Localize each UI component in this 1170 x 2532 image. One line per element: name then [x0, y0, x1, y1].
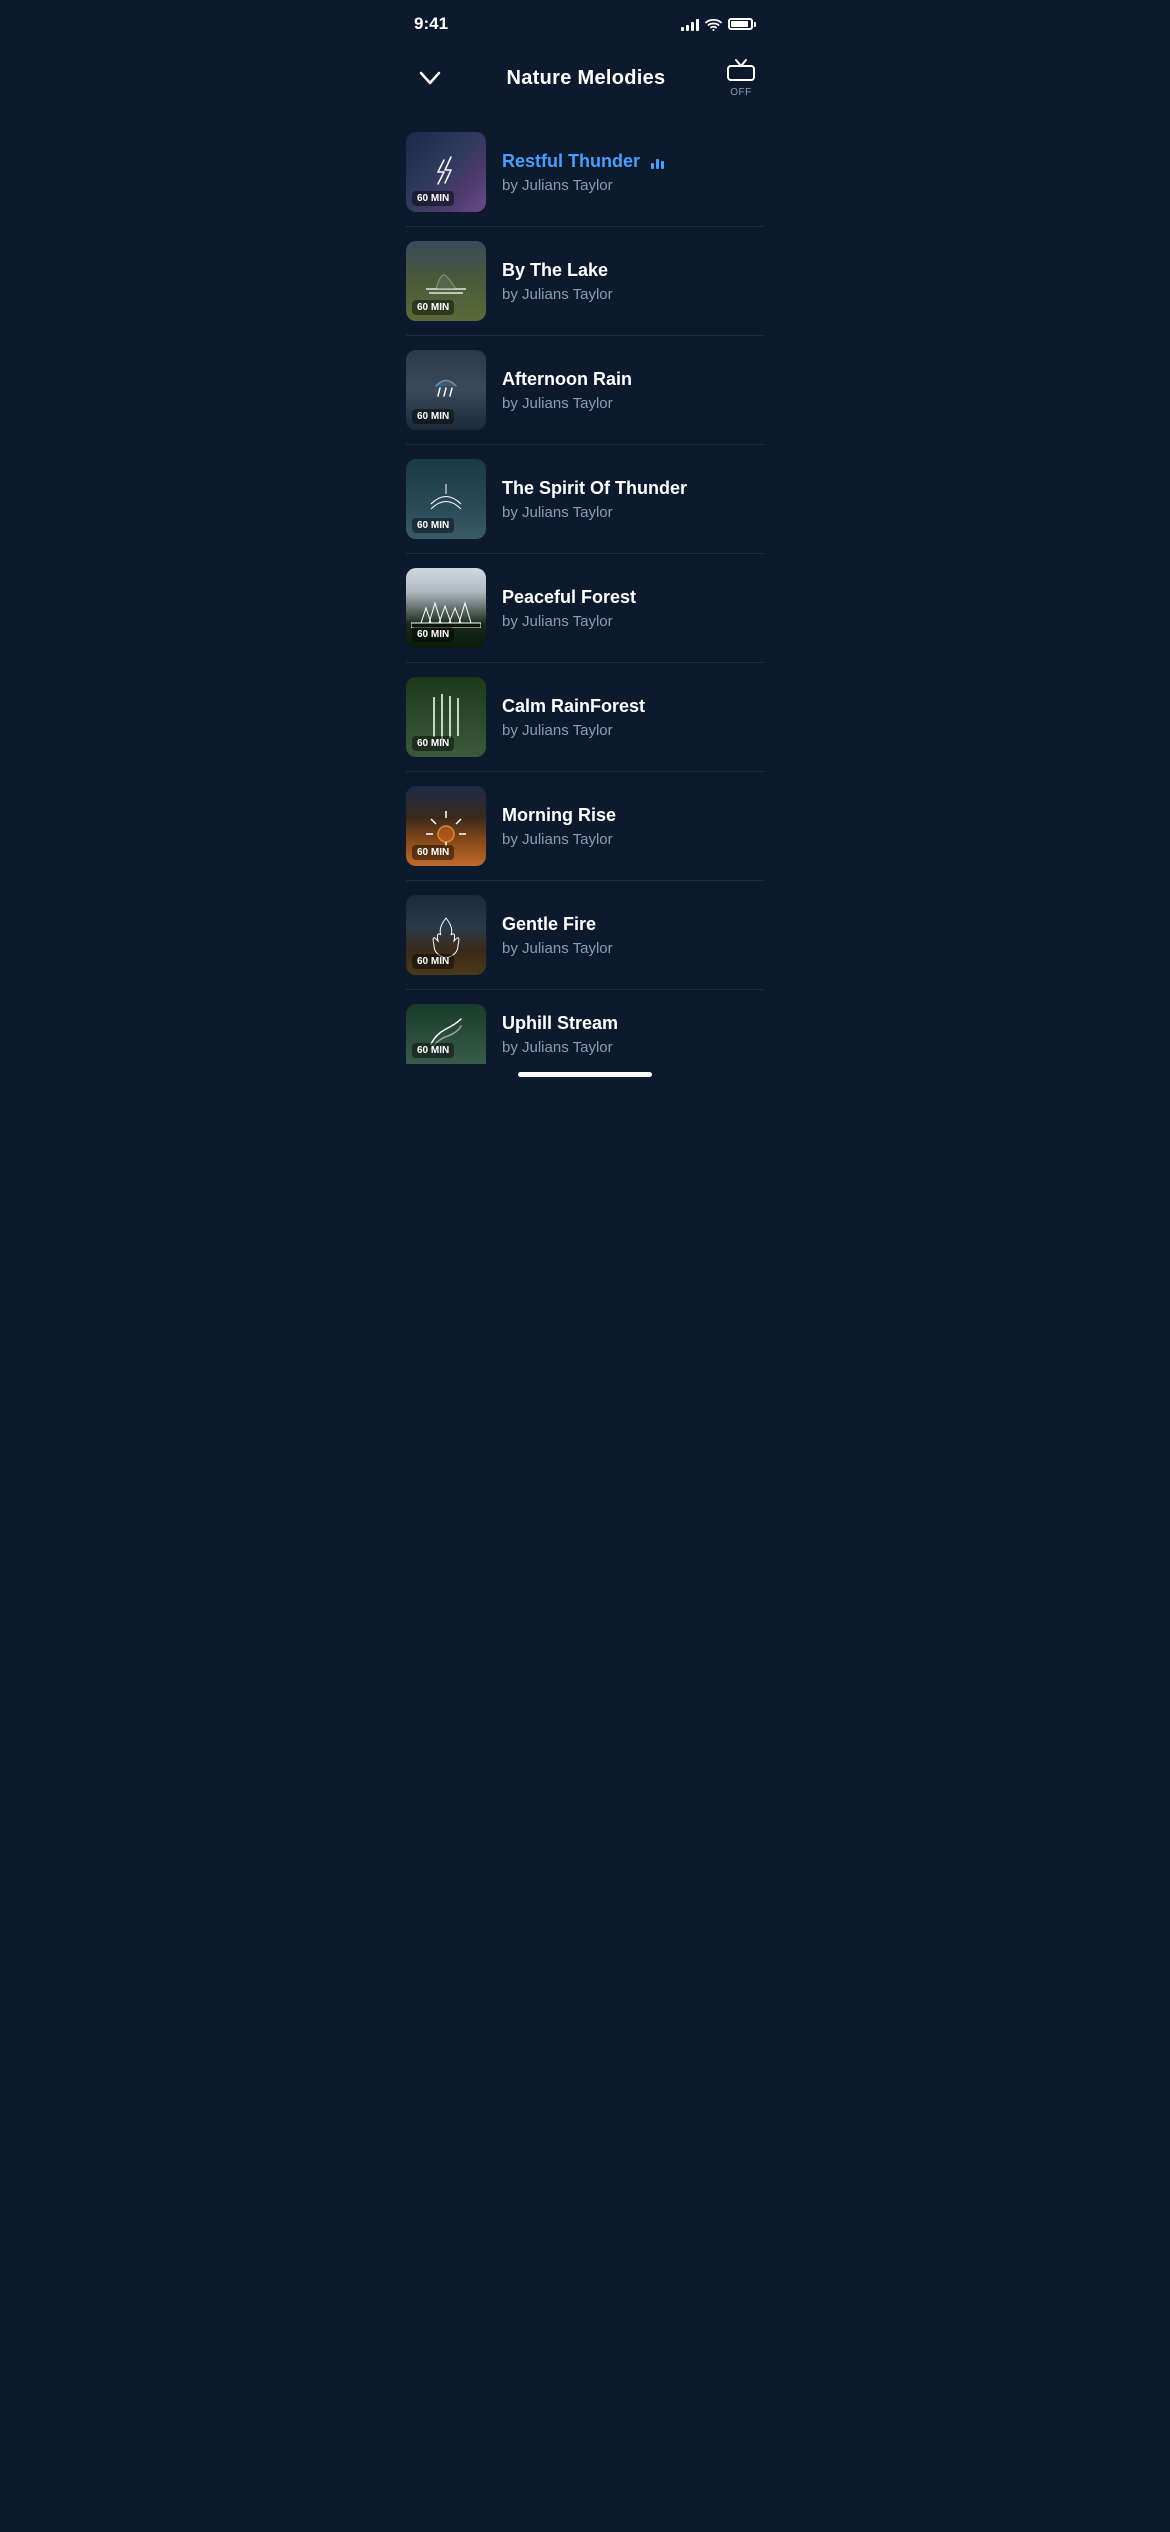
track-name: Morning Rise: [502, 805, 764, 826]
track-thumbnail: 60 MIN: [406, 786, 486, 866]
status-icons: [681, 17, 756, 31]
track-duration: 60 MIN: [412, 191, 454, 206]
track-item[interactable]: 60 MIN Morning Rise by Julians Taylor: [406, 772, 764, 881]
track-name: Peaceful Forest: [502, 587, 764, 608]
track-thumbnail: 60 MIN: [406, 1004, 486, 1064]
track-thumbnail: 60 MIN: [406, 132, 486, 212]
track-name: The Spirit Of Thunder: [502, 478, 764, 499]
track-item[interactable]: 60 MIN Peaceful Forest by Julians Taylor: [406, 554, 764, 663]
track-name: By The Lake: [502, 260, 764, 281]
track-duration: 60 MIN: [412, 1043, 454, 1058]
signal-icon: [681, 17, 699, 31]
track-author: by Julians Taylor: [502, 722, 764, 739]
track-info: Afternoon Rain by Julians Taylor: [502, 369, 764, 412]
track-item[interactable]: 60 MIN By The Lake by Julians Taylor: [406, 227, 764, 336]
wifi-icon: [705, 18, 722, 31]
track-author: by Julians Taylor: [502, 395, 764, 412]
track-info: By The Lake by Julians Taylor: [502, 260, 764, 303]
track-author: by Julians Taylor: [502, 831, 764, 848]
track-item[interactable]: 60 MIN Uphill Stream by Julians Taylor: [406, 990, 764, 1064]
track-duration: 60 MIN: [412, 518, 454, 533]
track-thumbnail: 60 MIN: [406, 677, 486, 757]
track-duration: 60 MIN: [412, 736, 454, 751]
track-name: Uphill Stream: [502, 1013, 764, 1034]
page-title: Nature Melodies: [507, 67, 666, 90]
status-bar: 9:41: [390, 0, 780, 42]
track-duration: 60 MIN: [412, 954, 454, 969]
repeat-button[interactable]: OFF: [726, 58, 756, 98]
track-info: Peaceful Forest by Julians Taylor: [502, 587, 764, 630]
home-bar: [518, 1072, 652, 1077]
home-indicator: [390, 1064, 780, 1097]
track-info: Calm RainForest by Julians Taylor: [502, 696, 764, 739]
track-author: by Julians Taylor: [502, 1039, 764, 1056]
playing-indicator: [651, 155, 664, 169]
header: Nature Melodies OFF: [390, 42, 780, 118]
status-time: 9:41: [414, 14, 448, 34]
track-info: Gentle Fire by Julians Taylor: [502, 914, 764, 957]
track-item[interactable]: 60 MIN Afternoon Rain by Julians Taylor: [406, 336, 764, 445]
track-author: by Julians Taylor: [502, 940, 764, 957]
track-duration: 60 MIN: [412, 300, 454, 315]
track-item[interactable]: 60 MIN Restful Thunder by Julians Taylor: [406, 118, 764, 227]
track-duration: 60 MIN: [412, 409, 454, 424]
repeat-label: OFF: [730, 87, 752, 98]
track-item[interactable]: 60 MIN Calm RainForest by Julians Taylor: [406, 663, 764, 772]
track-name: Afternoon Rain: [502, 369, 764, 390]
track-item[interactable]: 60 MIN Gentle Fire by Julians Taylor: [406, 881, 764, 990]
track-info: The Spirit Of Thunder by Julians Taylor: [502, 478, 764, 521]
track-thumbnail: 60 MIN: [406, 241, 486, 321]
track-author: by Julians Taylor: [502, 286, 764, 303]
track-name: Calm RainForest: [502, 696, 764, 717]
track-info: Restful Thunder by Julians Taylor: [502, 151, 764, 194]
track-thumbnail: 60 MIN: [406, 568, 486, 648]
battery-icon: [728, 18, 756, 30]
track-list: 60 MIN Restful Thunder by Julians Taylor…: [390, 118, 780, 1064]
track-name: Gentle Fire: [502, 914, 764, 935]
track-name: Restful Thunder: [502, 151, 764, 172]
track-thumbnail: 60 MIN: [406, 350, 486, 430]
track-item[interactable]: 60 MIN The Spirit Of Thunder by Julians …: [406, 445, 764, 554]
chevron-down-button[interactable]: [414, 62, 446, 94]
track-thumbnail: 60 MIN: [406, 895, 486, 975]
track-duration: 60 MIN: [412, 627, 454, 642]
track-thumbnail: 60 MIN: [406, 459, 486, 539]
track-duration: 60 MIN: [412, 845, 454, 860]
track-author: by Julians Taylor: [502, 177, 764, 194]
track-author: by Julians Taylor: [502, 613, 764, 630]
track-info: Uphill Stream by Julians Taylor: [502, 1013, 764, 1056]
track-author: by Julians Taylor: [502, 504, 764, 521]
track-info: Morning Rise by Julians Taylor: [502, 805, 764, 848]
